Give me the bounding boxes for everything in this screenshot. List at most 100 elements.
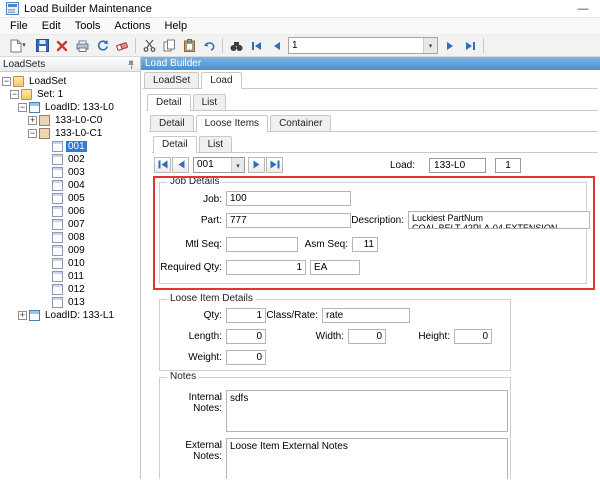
tree-item-012[interactable]: 012 [0, 283, 140, 296]
tree-item-009[interactable]: 009 [0, 244, 140, 257]
tree-item-loadid-133-l0[interactable]: LoadID: 133-L0 [0, 101, 140, 114]
copy-button[interactable] [159, 36, 179, 55]
tab-load-list[interactable]: List [192, 94, 227, 110]
tab-loose-detail[interactable]: Detail [153, 136, 197, 153]
tree-item-set-1[interactable]: Set: 1 [0, 88, 140, 101]
menu-edit[interactable]: Edit [35, 19, 68, 33]
tab-load[interactable]: Load [201, 72, 242, 89]
main-area: LoadSets LoadSet Set: 1 LoadID: 133-L0 1… [0, 57, 600, 479]
width-field[interactable]: 0 [348, 329, 386, 344]
width-label: Width: [315, 331, 344, 342]
expand-icon[interactable] [18, 311, 27, 320]
nav-combo-caret[interactable] [231, 157, 244, 172]
qty-field[interactable]: 1 [226, 308, 266, 323]
tree-item-005[interactable]: 005 [0, 192, 140, 205]
last-record-button[interactable] [460, 36, 480, 55]
cut-button[interactable] [139, 36, 159, 55]
nav-record-combo[interactable]: 001 [193, 156, 245, 173]
loadsets-tree: LoadSet Set: 1 LoadID: 133-L0 133-L0-C0 … [0, 72, 140, 479]
asm-seq-field[interactable]: 11 [352, 237, 378, 252]
tree-item-008[interactable]: 008 [0, 231, 140, 244]
description-field[interactable]: Luckiest PartNum COAL BELT 42PLA-04 EXTE… [408, 211, 590, 229]
expand-icon[interactable] [28, 116, 37, 125]
internal-notes-field[interactable]: sdfs [226, 390, 508, 432]
menu-help[interactable]: Help [157, 19, 194, 33]
load-seq-field[interactable]: 1 [495, 158, 522, 173]
container-icon [39, 115, 50, 126]
save-button[interactable] [32, 36, 52, 55]
find-button[interactable] [226, 36, 246, 55]
tree-item-133-l0-c0[interactable]: 133-L0-C0 [0, 114, 140, 127]
tree-item-002[interactable]: 002 [0, 153, 140, 166]
first-record-button[interactable] [246, 36, 266, 55]
tab-loose-items[interactable]: Loose Items [195, 115, 269, 132]
load-field: Load: 133-L0 1 [390, 158, 522, 173]
menu-tools[interactable]: Tools [68, 19, 108, 33]
minimize-button[interactable]: — [572, 3, 594, 15]
refresh-button[interactable] [92, 36, 112, 55]
tabstrip-level2: Detail List [146, 93, 598, 111]
external-notes-field[interactable]: Loose Item External Notes [226, 438, 508, 479]
load-id-field[interactable]: 133-L0 [429, 158, 487, 173]
toolbar-separator [483, 38, 484, 53]
height-field[interactable]: 0 [454, 329, 492, 344]
tree-item-007[interactable]: 007 [0, 218, 140, 231]
job-field[interactable]: 100 [226, 191, 351, 206]
menu-actions[interactable]: Actions [107, 19, 157, 33]
tree-item-011[interactable]: 011 [0, 270, 140, 283]
tab-load-detail[interactable]: Detail [147, 94, 191, 111]
record-combo-caret[interactable] [423, 38, 437, 53]
nav-next-button[interactable] [248, 156, 265, 173]
item-icon [52, 297, 63, 308]
qty-label: Qty: [203, 310, 222, 321]
undo-button[interactable] [199, 36, 219, 55]
mtl-seq-field[interactable] [226, 237, 298, 252]
collapse-icon[interactable] [28, 129, 37, 138]
required-qty-field[interactable]: 1 [226, 260, 306, 275]
tab-loadset[interactable]: LoadSet [144, 72, 200, 88]
length-field[interactable]: 0 [226, 329, 266, 344]
weight-field[interactable]: 0 [226, 350, 266, 365]
height-label: Height: [418, 331, 450, 342]
item-icon [52, 245, 63, 256]
record-number-input[interactable] [289, 39, 423, 52]
mtl-seq-label: Mtl Seq: [185, 239, 222, 250]
menu-file[interactable]: File [3, 19, 35, 33]
uom-field[interactable]: EA [310, 260, 360, 275]
tree-item-001[interactable]: 001 [0, 140, 140, 153]
tree-item-004[interactable]: 004 [0, 179, 140, 192]
paste-button[interactable] [179, 36, 199, 55]
tree-item-006[interactable]: 006 [0, 205, 140, 218]
next-record-button[interactable] [440, 36, 460, 55]
nav-prev-button[interactable] [172, 156, 189, 173]
job-label: Job: [203, 194, 222, 205]
external-notes-label: External Notes: [185, 440, 222, 462]
tree-item-013[interactable]: 013 [0, 296, 140, 309]
toolbar-separator [135, 38, 136, 53]
new-button[interactable] [4, 36, 32, 55]
tab-detail[interactable]: Detail [150, 115, 194, 131]
item-icon [52, 167, 63, 178]
print-button[interactable] [72, 36, 92, 55]
item-icon [52, 154, 63, 165]
class-rate-field[interactable]: rate [322, 308, 410, 323]
undo-arrow-icon [203, 40, 216, 51]
pin-icon[interactable] [126, 59, 137, 70]
tree-item-loadid-133-l1[interactable]: LoadID: 133-L1 [0, 309, 140, 322]
tree-item-010[interactable]: 010 [0, 257, 140, 270]
tab-container[interactable]: Container [270, 115, 332, 131]
tab-loose-list[interactable]: List [198, 136, 233, 152]
tree-item-loadset[interactable]: LoadSet [0, 75, 140, 88]
tree-item-003[interactable]: 003 [0, 166, 140, 179]
clear-button[interactable] [112, 36, 132, 55]
collapse-icon[interactable] [18, 103, 27, 112]
delete-button[interactable] [52, 36, 72, 55]
nav-last-button[interactable] [266, 156, 283, 173]
collapse-icon[interactable] [2, 77, 11, 86]
nav-first-button[interactable] [154, 156, 171, 173]
prev-record-button[interactable] [266, 36, 286, 55]
item-icon [52, 193, 63, 204]
part-field[interactable]: 777 [226, 213, 351, 228]
tree-item-133-l0-c1[interactable]: 133-L0-C1 [0, 127, 140, 140]
collapse-icon[interactable] [10, 90, 19, 99]
